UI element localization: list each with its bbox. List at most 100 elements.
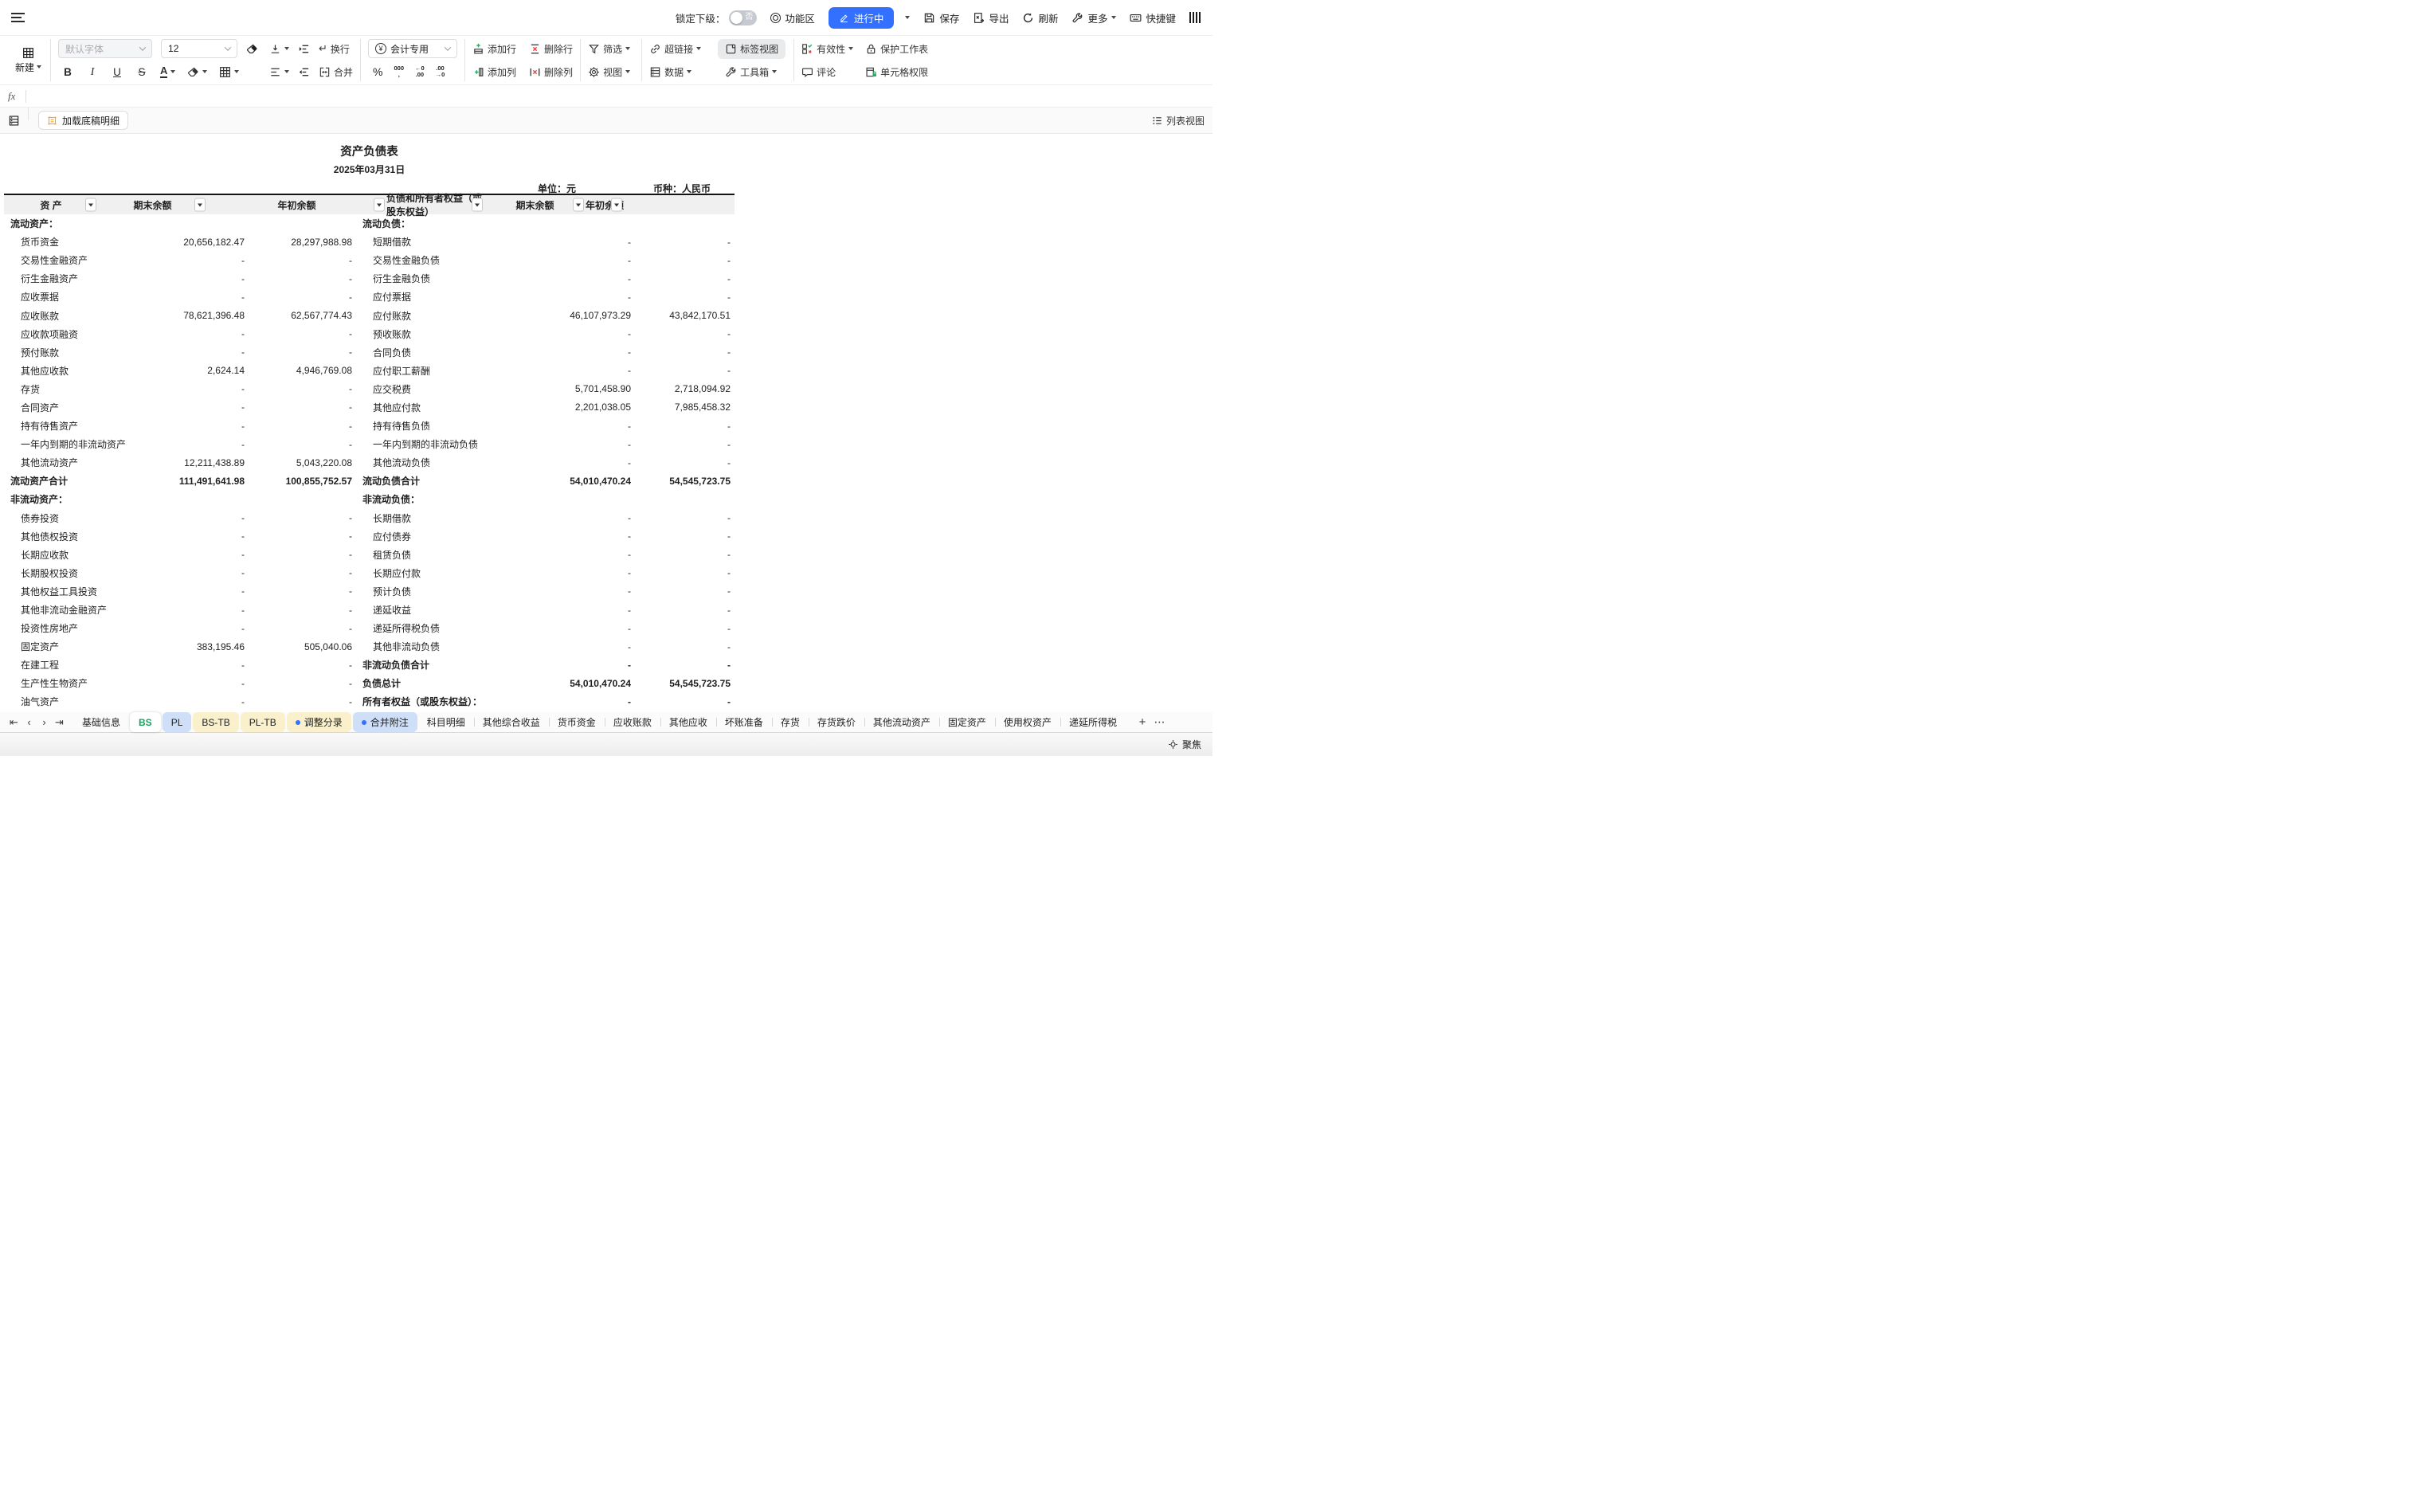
liability-ending-balance-cell[interactable]: - <box>535 273 633 284</box>
asset-ending-balance-cell[interactable]: - <box>153 402 247 413</box>
column-filter-button[interactable] <box>194 198 206 212</box>
liability-label-cell[interactable]: 交易性金融负债 <box>356 253 535 267</box>
liability-beginning-balance-cell[interactable]: - <box>633 237 735 248</box>
asset-ending-balance-cell[interactable]: - <box>153 531 247 542</box>
asset-beginning-balance-cell[interactable]: - <box>247 696 356 707</box>
column-filter-button[interactable] <box>611 198 622 212</box>
liability-label-cell[interactable]: 其他应付款 <box>356 401 535 414</box>
asset-label-cell[interactable]: 持有待售资产 <box>4 419 153 433</box>
asset-label-cell[interactable]: 交易性金融资产 <box>4 253 153 267</box>
asset-label-cell[interactable]: 非流动资产： <box>4 492 153 506</box>
sheet-tab[interactable]: 递延所得税 <box>1060 712 1126 732</box>
view-button[interactable]: 视图 <box>588 65 630 79</box>
load-draft-detail-button[interactable]: 加载底稿明细 <box>38 111 128 130</box>
liability-label-cell[interactable]: 持有待售负债 <box>356 419 535 433</box>
asset-beginning-balance-cell[interactable]: - <box>247 383 356 394</box>
asset-beginning-balance-cell[interactable]: - <box>247 255 356 266</box>
merge-cells-button[interactable]: 合并 <box>319 65 353 79</box>
liability-beginning-balance-cell[interactable]: 7,985,458.32 <box>633 402 735 413</box>
asset-ending-balance-cell[interactable]: - <box>153 549 247 560</box>
sheet-tab[interactable]: 使用权资产 <box>995 712 1060 732</box>
liability-beginning-balance-cell[interactable]: - <box>633 365 735 376</box>
underline-button[interactable]: U <box>111 66 123 78</box>
sheet-tab[interactable]: PL <box>163 712 192 732</box>
liability-label-cell[interactable]: 应付票据 <box>356 290 535 304</box>
asset-beginning-balance-cell[interactable]: 62,567,774.43 <box>247 310 356 321</box>
liability-ending-balance-cell[interactable]: - <box>535 696 633 707</box>
liability-beginning-balance-cell[interactable]: - <box>633 586 735 597</box>
liability-ending-balance-cell[interactable]: - <box>535 549 633 560</box>
asset-beginning-balance-cell[interactable]: - <box>247 567 356 578</box>
column-filter-button[interactable] <box>374 198 385 212</box>
liability-beginning-balance-cell[interactable]: - <box>633 660 735 671</box>
asset-beginning-balance-cell[interactable]: - <box>247 623 356 634</box>
status-in-progress-button[interactable]: 进行中 <box>829 7 895 29</box>
liability-beginning-balance-cell[interactable]: - <box>633 273 735 284</box>
liability-beginning-balance-cell[interactable]: - <box>633 605 735 616</box>
asset-ending-balance-cell[interactable]: - <box>153 292 247 303</box>
asset-beginning-balance-cell[interactable]: 505,040.06 <box>247 641 356 652</box>
asset-label-cell[interactable]: 应收票据 <box>4 290 153 304</box>
liability-ending-balance-cell[interactable]: - <box>535 623 633 634</box>
liability-beginning-balance-cell[interactable]: - <box>633 347 735 358</box>
save-button[interactable]: 保存 <box>923 10 959 25</box>
table-header-cell[interactable]: 期末余额 <box>484 195 586 214</box>
asset-ending-balance-cell[interactable]: - <box>153 623 247 634</box>
sheet-tab[interactable]: 调整分录 <box>287 712 351 732</box>
liability-ending-balance-cell[interactable]: - <box>535 605 633 616</box>
asset-label-cell[interactable]: 流动资产合计 <box>4 474 153 488</box>
new-sheet-button[interactable]: 新建 <box>8 47 49 74</box>
asset-label-cell[interactable]: 投资性房地产 <box>4 621 153 635</box>
asset-ending-balance-cell[interactable]: - <box>153 273 247 284</box>
add-sheet-button[interactable]: + <box>1134 715 1151 729</box>
asset-ending-balance-cell[interactable]: - <box>153 567 247 578</box>
font-color-button[interactable]: A <box>160 65 175 78</box>
asset-beginning-balance-cell[interactable]: 4,946,769.08 <box>247 365 356 376</box>
sheet-tab[interactable]: BS-TB <box>193 712 238 732</box>
liability-label-cell[interactable]: 递延所得税负债 <box>356 621 535 635</box>
sheet-tab[interactable]: 科目明细 <box>418 712 474 732</box>
asset-beginning-balance-cell[interactable]: - <box>247 531 356 542</box>
indent-decrease-icon[interactable] <box>298 66 310 78</box>
barcode-icon[interactable] <box>1189 12 1201 23</box>
asset-beginning-balance-cell[interactable]: - <box>247 660 356 671</box>
liability-beginning-balance-cell[interactable]: - <box>633 457 735 468</box>
asset-ending-balance-cell[interactable]: - <box>153 605 247 616</box>
liability-label-cell[interactable]: 租赁负债 <box>356 548 535 562</box>
vertical-align-button[interactable] <box>269 43 289 55</box>
asset-label-cell[interactable]: 在建工程 <box>4 658 153 672</box>
asset-label-cell[interactable]: 一年内到期的非流动资产 <box>4 437 153 451</box>
table-header-cell[interactable]: 负债和所有者权益（或股东权益） <box>386 195 484 214</box>
sheet-tab[interactable]: 存货 <box>772 712 809 732</box>
liability-label-cell[interactable]: 短期借款 <box>356 235 535 249</box>
wrap-text-button[interactable]: ↵换行 <box>319 42 350 56</box>
asset-ending-balance-cell[interactable]: - <box>153 383 247 394</box>
filter-button[interactable]: 筛选 <box>588 42 630 56</box>
font-family-select[interactable]: 默认字体 <box>58 39 152 58</box>
asset-beginning-balance-cell[interactable]: 28,297,988.98 <box>247 237 356 248</box>
sheet-tab[interactable]: BS <box>130 712 161 732</box>
asset-beginning-balance-cell[interactable]: - <box>247 347 356 358</box>
export-button[interactable]: 导出 <box>973 10 1009 25</box>
liability-beginning-balance-cell[interactable]: 54,545,723.75 <box>633 678 735 689</box>
tab-nav-arrow[interactable]: ⇤ <box>6 717 22 727</box>
thousands-separator-button[interactable]: 000, <box>394 65 404 79</box>
column-filter-button[interactable] <box>85 198 96 212</box>
asset-beginning-balance-cell[interactable]: - <box>247 586 356 597</box>
liability-ending-balance-cell[interactable]: 46,107,973.29 <box>535 310 633 321</box>
liability-label-cell[interactable]: 其他非流动负债 <box>356 640 535 653</box>
sheet-tab[interactable]: 其他流动资产 <box>864 712 939 732</box>
liability-label-cell[interactable]: 非流动负债合计 <box>356 658 535 672</box>
liability-ending-balance-cell[interactable]: - <box>535 347 633 358</box>
table-header-cell[interactable]: 年初余额 <box>586 195 624 214</box>
asset-label-cell[interactable]: 流动资产： <box>4 217 153 230</box>
liability-ending-balance-cell[interactable]: - <box>535 255 633 266</box>
borders-button[interactable] <box>219 66 239 78</box>
asset-label-cell[interactable]: 固定资产 <box>4 640 153 653</box>
asset-label-cell[interactable]: 合同资产 <box>4 401 153 414</box>
sheet-tab[interactable]: 应收账款 <box>605 712 660 732</box>
table-header-cell[interactable]: 资 产 <box>4 195 98 214</box>
asset-label-cell[interactable]: 油气资产 <box>4 695 153 708</box>
asset-label-cell[interactable]: 其他流动资产 <box>4 456 153 469</box>
liability-beginning-balance-cell[interactable]: - <box>633 623 735 634</box>
